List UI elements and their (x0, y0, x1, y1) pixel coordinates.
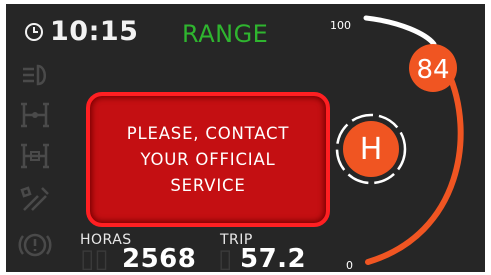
trip-ghost-digits: ▯ (218, 244, 233, 272)
gauge-max-label: 100 (330, 19, 351, 32)
gauge-track (363, 15, 437, 47)
trip-value: 57.2 (240, 244, 307, 272)
hours-value: 2568 (122, 244, 197, 272)
dashboard-screen: 10:15 RANGE PLEASE, CONTACT YOUR OFFICIA… (6, 4, 485, 272)
hours-ghost-digits: ▯▯ (80, 244, 109, 272)
indicator-letter: H (360, 132, 383, 167)
gauge-value: 84 (416, 55, 449, 85)
gauge-min-label: 0 (346, 259, 353, 272)
